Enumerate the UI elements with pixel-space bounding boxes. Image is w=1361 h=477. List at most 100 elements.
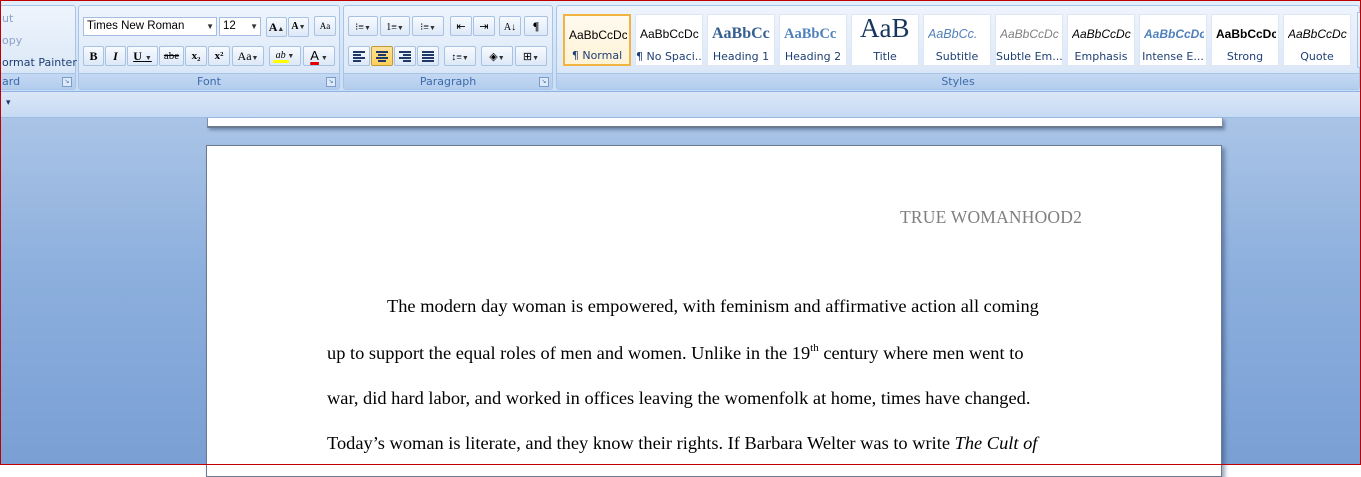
- style-sample: AaBbCc.: [928, 27, 978, 41]
- paragraph-group-label: Paragraph: [344, 73, 552, 89]
- cut-button[interactable]: ut: [2, 12, 13, 25]
- borders-button[interactable]: ⊞▼: [515, 46, 547, 66]
- bullets-icon: ⁝≡: [355, 22, 364, 33]
- format-painter-label: ormat Painter: [2, 56, 77, 69]
- style-heading-1[interactable]: AaBbCc Heading 1: [707, 14, 775, 66]
- style-sample: AaBbCcDc: [1288, 27, 1347, 41]
- underline-button[interactable]: U ▼: [127, 46, 158, 66]
- document-page[interactable]: TRUE WOMANHOOD2 The modern day woman is …: [206, 145, 1222, 477]
- strikethrough-button[interactable]: abe: [159, 46, 184, 66]
- font-color-button[interactable]: A ▼: [303, 46, 335, 66]
- font-group-label: Font: [79, 73, 339, 89]
- change-case-button[interactable]: Aa▼: [232, 46, 264, 66]
- shrink-font-icon: A: [291, 21, 299, 32]
- shading-button[interactable]: ◈▼: [481, 46, 513, 66]
- multilevel-list-button[interactable]: ⁝≡▼: [412, 16, 444, 36]
- align-center-button[interactable]: [371, 46, 393, 66]
- style-name: Subtitle: [935, 50, 979, 63]
- bullets-button[interactable]: ⁝≡▼: [348, 16, 378, 36]
- decrease-indent-icon: ⇤: [456, 21, 466, 33]
- line-spacing-button[interactable]: ↕≡▼: [444, 46, 476, 66]
- paragraph-dialog-launcher-icon[interactable]: ↘: [539, 77, 549, 87]
- align-center-icon: [376, 51, 388, 62]
- highlight-color-swatch: [273, 60, 289, 63]
- clear-formatting-icon: Aa: [319, 21, 331, 31]
- chevron-down-icon[interactable]: ▼: [250, 18, 258, 35]
- justify-button[interactable]: [417, 46, 439, 66]
- superscript-text: th: [810, 342, 819, 354]
- style-title[interactable]: AaB Title: [851, 14, 919, 66]
- chevron-down-icon[interactable]: ▼: [206, 18, 214, 35]
- copy-button[interactable]: opy: [2, 34, 22, 47]
- multilevel-list-icon: ⁝≡: [420, 22, 429, 33]
- style-name: Strong: [1226, 50, 1264, 63]
- style-sample: AaBbCcDc: [1144, 27, 1204, 41]
- text-segment: Today’s woman is literate, and they know…: [327, 433, 955, 453]
- subscript-button[interactable]: x₂: [185, 46, 207, 66]
- style-sample: AaBbCcDc: [1000, 27, 1059, 41]
- pilcrow-icon: ¶: [532, 19, 540, 33]
- grow-font-button[interactable]: A▲: [266, 17, 287, 37]
- highlight-button[interactable]: ab ▼: [269, 46, 301, 66]
- font-dialog-launcher-icon[interactable]: ↘: [326, 77, 336, 87]
- font-family-combo[interactable]: Times New Roman ▼: [83, 17, 217, 36]
- style-name: Intense E...: [1142, 50, 1204, 63]
- style-subtitle[interactable]: AaBbCc. Subtitle: [923, 14, 991, 66]
- style-quote[interactable]: AaBbCcDc Quote: [1283, 14, 1351, 66]
- italic-icon: I: [113, 49, 118, 63]
- text-line: The modern day woman is empowered, with …: [387, 296, 1039, 316]
- bold-icon: B: [89, 49, 98, 63]
- numbering-button[interactable]: 1≡▼: [380, 16, 410, 36]
- style-heading-2[interactable]: AaBbCc Heading 2: [779, 14, 847, 66]
- style-sample: AaB: [860, 17, 910, 43]
- styles-group: AaBbCcDc ¶ Normal AaBbCcDc ¶ No Spaci...…: [556, 5, 1361, 90]
- numbering-icon: 1≡: [386, 22, 397, 33]
- previous-page-edge: [207, 118, 1223, 128]
- sort-button[interactable]: A↓: [499, 16, 521, 36]
- italic-button[interactable]: I: [105, 46, 126, 66]
- shrink-font-button[interactable]: A▼: [288, 17, 309, 37]
- align-left-icon: [353, 51, 365, 62]
- line-spacing-icon: ↕≡: [451, 52, 462, 63]
- font-size-combo[interactable]: 12 ▼: [219, 17, 261, 36]
- style-name: ¶ Normal: [571, 49, 623, 62]
- clear-formatting-button[interactable]: Aa: [314, 16, 336, 36]
- style-strong[interactable]: AaBbCcDc Strong: [1211, 14, 1279, 66]
- superscript-icon: x²: [214, 50, 224, 62]
- cut-label: ut: [2, 12, 14, 25]
- styles-gallery-scroll[interactable]: ▲ ▼: [1357, 12, 1361, 68]
- bold-button[interactable]: B: [83, 46, 104, 66]
- increase-indent-button[interactable]: ⇥: [473, 16, 495, 36]
- justify-icon: [422, 51, 434, 62]
- clipboard-group: ut opy ormat Painter ard ↘: [0, 5, 77, 90]
- change-case-icon: Aa: [237, 49, 252, 63]
- align-right-button[interactable]: [394, 46, 416, 66]
- customize-toolbar-icon[interactable]: ▾: [6, 98, 11, 108]
- style-normal[interactable]: AaBbCcDc ¶ Normal: [563, 14, 631, 66]
- show-formatting-button[interactable]: ¶: [524, 16, 548, 36]
- clipboard-dialog-launcher-icon[interactable]: ↘: [62, 77, 72, 87]
- style-name: Subtle Em...: [996, 50, 1062, 63]
- style-name: Quote: [1300, 50, 1334, 63]
- decrease-indent-button[interactable]: ⇤: [450, 16, 472, 36]
- style-intense-emphasis[interactable]: AaBbCcDc Intense E...: [1139, 14, 1207, 66]
- font-color-icon: A: [310, 48, 319, 63]
- styles-group-label: Styles: [557, 73, 1359, 89]
- text-segment: century where men went to: [818, 343, 1024, 363]
- style-emphasis[interactable]: AaBbCcDc Emphasis: [1067, 14, 1135, 66]
- font-group: Times New Roman ▼ 12 ▼ A▲ A▼ Aa B I U ▼ …: [78, 5, 340, 90]
- align-left-button[interactable]: [348, 46, 370, 66]
- font-family-value: Times New Roman: [87, 20, 185, 32]
- page-header[interactable]: TRUE WOMANHOOD2: [900, 207, 1082, 228]
- paint-bucket-icon: ◈: [489, 51, 498, 63]
- style-no-spacing[interactable]: AaBbCcDc ¶ No Spaci...: [635, 14, 703, 66]
- styles-gallery: AaBbCcDc ¶ Normal AaBbCcDc ¶ No Spaci...…: [563, 12, 1355, 68]
- copy-label: opy: [2, 34, 23, 47]
- style-subtle-emphasis[interactable]: AaBbCcDc Subtle Em...: [995, 14, 1063, 66]
- italic-text: The Cult of: [954, 433, 1038, 453]
- text-segment: up to support the equal roles of men and…: [327, 343, 811, 363]
- superscript-button[interactable]: x²: [208, 46, 230, 66]
- sort-icon: A↓: [503, 22, 517, 33]
- style-name: ¶ No Spaci...: [636, 50, 702, 63]
- format-painter-button[interactable]: ormat Painter: [2, 56, 77, 69]
